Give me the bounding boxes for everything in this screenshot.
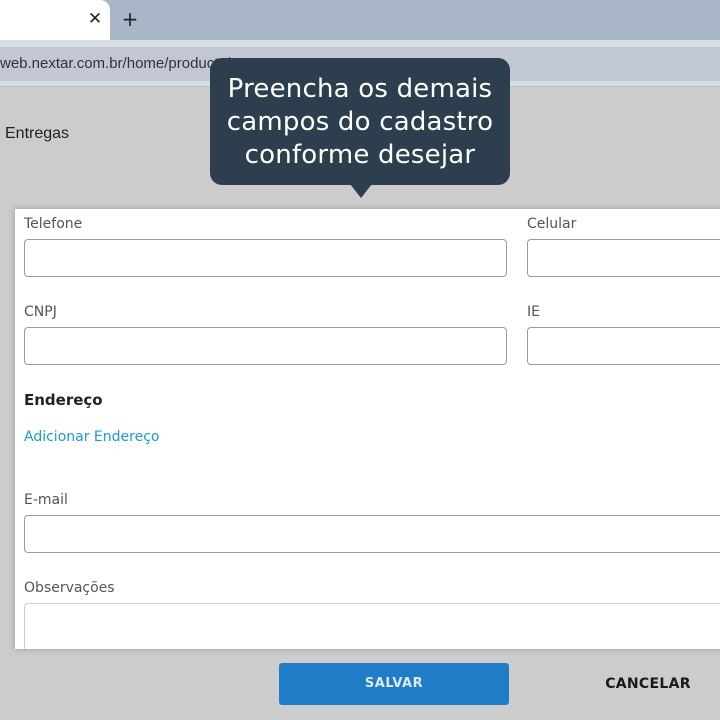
new-tab-icon[interactable]: + — [120, 7, 140, 31]
browser-tab-strip: ✕ + — [0, 0, 720, 40]
cnpj-input[interactable] — [24, 327, 507, 365]
browser-tab[interactable]: ✕ — [0, 0, 110, 40]
url-text: web.nextar.com.br/home/products/t — [0, 55, 235, 72]
save-button[interactable]: SALVAR — [279, 663, 509, 705]
tooltip-line-2: campos do cadastro — [226, 107, 494, 137]
add-address-link[interactable]: Adicionar Endereço — [24, 429, 159, 445]
cnpj-label: CNPJ — [24, 304, 57, 320]
page-nav-label[interactable]: Entregas — [5, 125, 69, 143]
tooltip-line-1: Preencha os demais — [227, 74, 493, 104]
notes-textarea[interactable] — [24, 603, 720, 649]
tooltip-arrow — [350, 184, 372, 198]
ie-label: IE — [527, 304, 540, 320]
close-icon[interactable]: ✕ — [86, 9, 104, 29]
mobile-input[interactable] — [527, 239, 720, 277]
notes-label: Observações — [24, 580, 115, 596]
email-label: E-mail — [24, 492, 68, 508]
email-input[interactable] — [24, 515, 720, 553]
ie-input[interactable] — [527, 327, 720, 365]
onboarding-tooltip: Preencha os demais campos do cadastro co… — [210, 58, 510, 185]
tooltip-line-3: conforme desejar — [244, 140, 476, 170]
mobile-label: Celular — [527, 216, 577, 232]
app-root: ✕ + web.nextar.com.br/home/products/t En… — [0, 0, 720, 720]
phone-label: Telefone — [24, 216, 83, 232]
customer-form-modal: Telefone Celular CNPJ IE Endereço Adicio… — [15, 209, 720, 649]
cancel-button[interactable]: CANCELAR — [590, 663, 706, 705]
address-section-title: Endereço — [24, 391, 103, 409]
phone-input[interactable] — [24, 239, 507, 277]
